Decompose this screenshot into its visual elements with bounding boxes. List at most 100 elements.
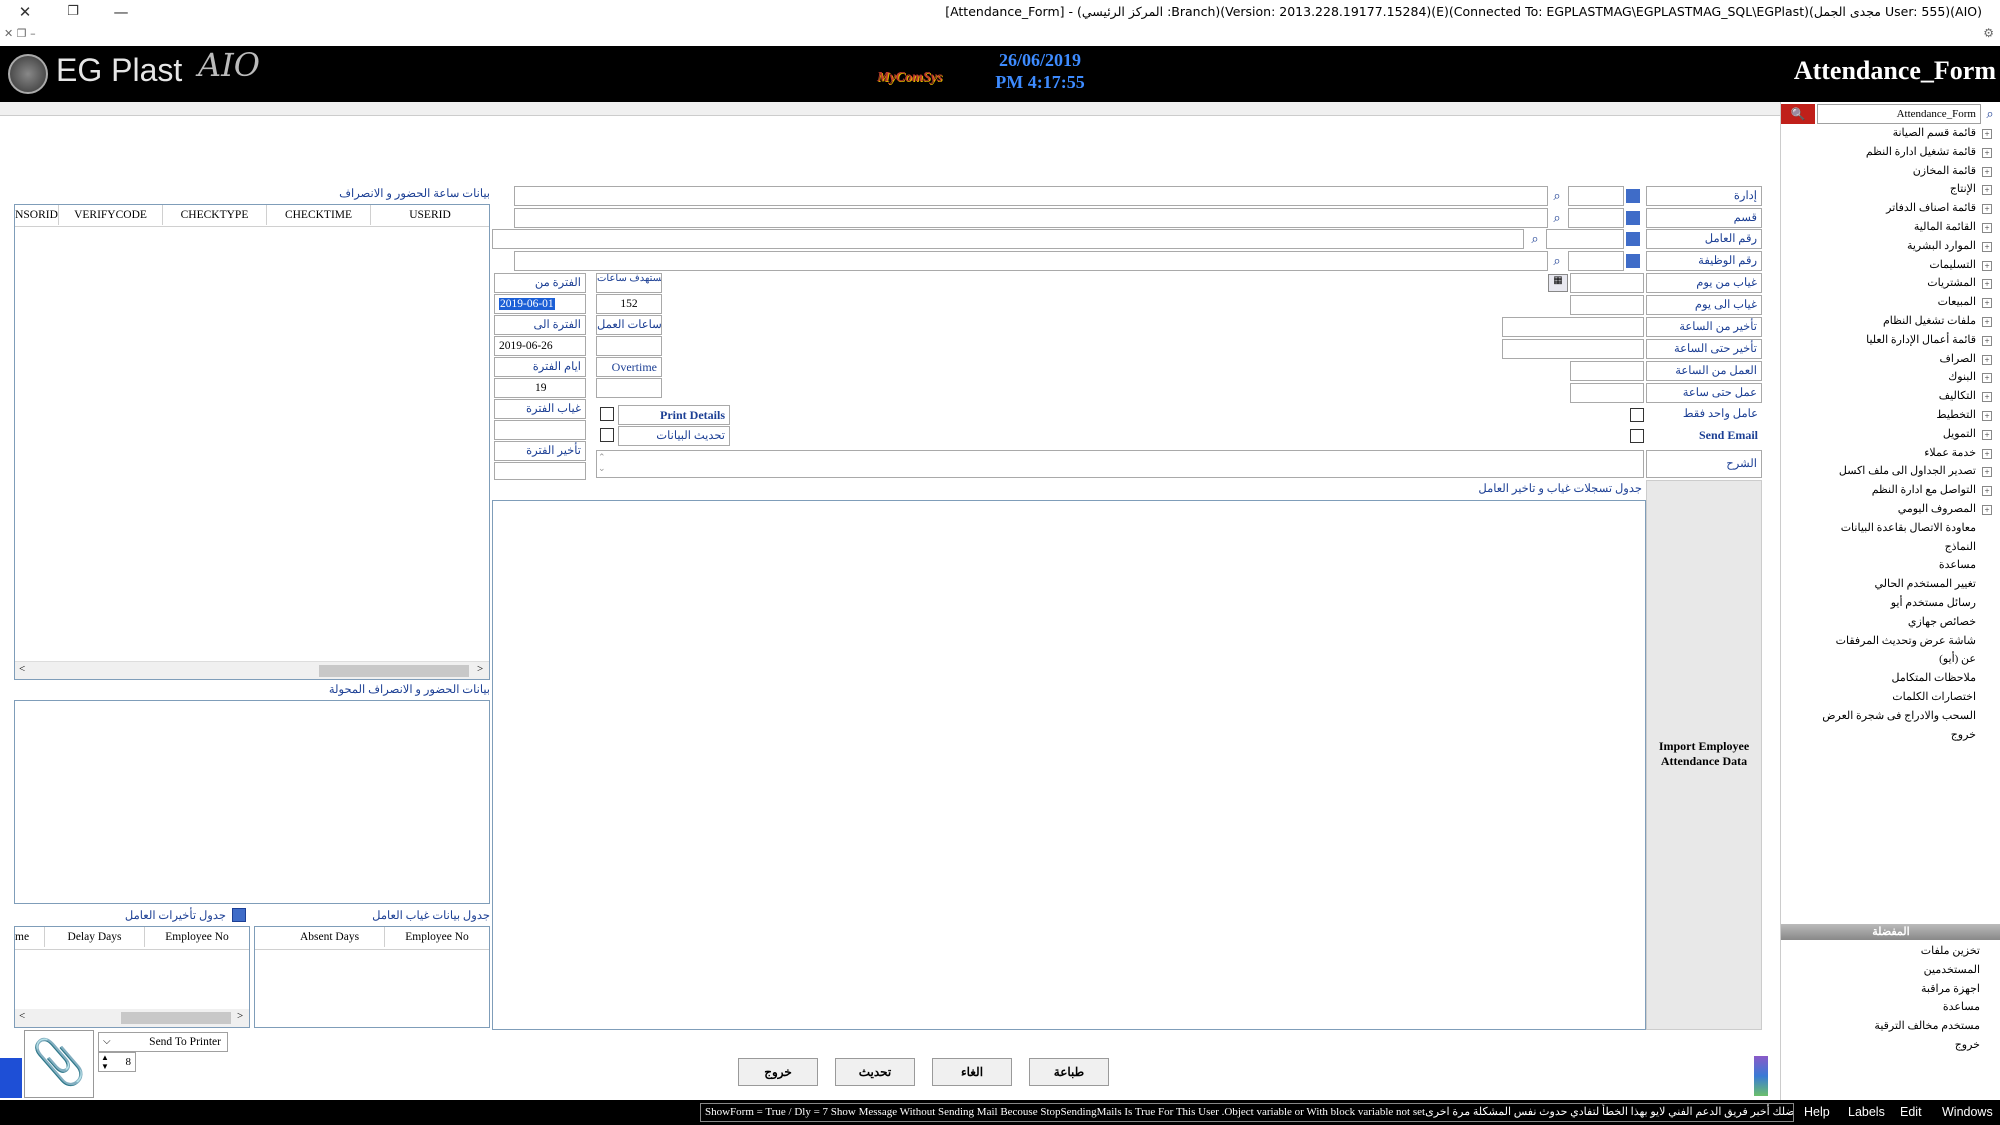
- tree-item[interactable]: قائمة تشغيل ادارة النظم: [1866, 145, 1976, 158]
- horizontal-scrollbar[interactable]: < >: [15, 1009, 249, 1027]
- column-header[interactable]: USERID: [371, 205, 489, 225]
- employee-picker-icon[interactable]: [1626, 232, 1640, 246]
- tree-item[interactable]: قائمة اصناف الدفاتر: [1886, 201, 1976, 214]
- attendance-records-grid[interactable]: [492, 500, 1646, 1030]
- tree-item[interactable]: البنوك: [1948, 370, 1976, 383]
- section-name-field[interactable]: [514, 208, 1548, 228]
- job-picker-icon[interactable]: [1626, 254, 1640, 268]
- period-absence-field[interactable]: [494, 420, 586, 440]
- period-days-field[interactable]: 19: [494, 378, 586, 398]
- update-data-checkbox[interactable]: [600, 428, 614, 442]
- tree-item[interactable]: قائمة أعمال الإدارة العليا: [1866, 333, 1976, 346]
- single-worker-checkbox[interactable]: [1630, 408, 1644, 422]
- refresh-button[interactable]: تحديث: [835, 1058, 915, 1086]
- section-picker-icon[interactable]: [1626, 211, 1640, 225]
- tree-item[interactable]: مساعدة: [1939, 558, 1976, 571]
- delays-grid[interactable]: me Delay Days Employee No < >: [14, 926, 250, 1028]
- employee-name-field[interactable]: [492, 229, 1524, 249]
- favorite-item[interactable]: اجهزة مراقبة: [1921, 982, 1980, 995]
- favorite-item[interactable]: مستخدم مخالف الترقية: [1874, 1019, 1980, 1032]
- work-to-field[interactable]: [1570, 383, 1644, 403]
- tree-item[interactable]: قائمة قسم الصيانة: [1893, 126, 1976, 139]
- tree-item[interactable]: اختصارات الكلمات: [1892, 690, 1976, 703]
- side-tab[interactable]: [0, 1058, 22, 1098]
- period-to-field[interactable]: 2019-06-26: [494, 336, 586, 356]
- expand-plus-icon[interactable]: +: [1982, 223, 1992, 233]
- section-code-field[interactable]: [1568, 208, 1624, 228]
- print-details-checkbox[interactable]: [600, 407, 614, 421]
- settings-icon[interactable]: ⚙: [1983, 26, 1994, 41]
- attachment-icon[interactable]: 📎: [24, 1030, 94, 1098]
- expand-plus-icon[interactable]: +: [1982, 260, 1992, 271]
- tree-item[interactable]: المبيعات: [1938, 295, 1976, 308]
- delay-to-field[interactable]: [1502, 339, 1644, 359]
- work-hours-field[interactable]: [596, 336, 662, 356]
- send-to-printer-select[interactable]: ⌵ Send To Printer: [98, 1032, 228, 1052]
- scroll-left-icon[interactable]: <: [19, 663, 25, 675]
- column-header[interactable]: VERIFYCODE: [59, 205, 163, 225]
- expand-icon[interactable]: [232, 908, 246, 922]
- help-menu[interactable]: Help: [1804, 1105, 1830, 1119]
- search-department-icon[interactable]: ⌕: [1548, 187, 1566, 205]
- tree-item[interactable]: تصدير الجداول الى ملف اكسل: [1839, 464, 1976, 477]
- stepper-arrows-icon[interactable]: ▲ ▼: [101, 1053, 109, 1071]
- period-from-field[interactable]: 2019-06-01: [494, 294, 586, 314]
- column-header[interactable]: Delay Days: [45, 927, 145, 947]
- windows-menu[interactable]: Windows: [1942, 1105, 1993, 1119]
- tree-item[interactable]: ملاحظات المتكامل: [1892, 671, 1976, 684]
- expand-plus-icon[interactable]: +: [1982, 429, 1992, 440]
- scroll-right-icon[interactable]: >: [237, 1010, 243, 1022]
- explanation-scroll-icon[interactable]: ⌃ ⌄: [598, 452, 606, 474]
- expand-plus-icon[interactable]: +: [1982, 467, 1992, 478]
- favorite-item[interactable]: تخزين ملفات: [1921, 944, 1980, 957]
- expand-plus-icon[interactable]: +: [1982, 317, 1992, 327]
- tree-item[interactable]: عن (أيو): [1939, 652, 1976, 665]
- tree-item[interactable]: السحب والادراج فى شجرة العرض: [1822, 709, 1976, 722]
- employee-no-field[interactable]: [1546, 229, 1624, 249]
- expand-plus-icon[interactable]: +: [1982, 185, 1992, 196]
- tree-item[interactable]: التواصل مع ادارة النظم: [1872, 483, 1976, 496]
- expand-plus-icon[interactable]: +: [1982, 241, 1992, 252]
- search-employee-icon[interactable]: ⌕: [1526, 230, 1544, 248]
- tree-item[interactable]: الصراف: [1940, 352, 1976, 365]
- column-header[interactable]: Employee No: [385, 927, 489, 947]
- send-email-checkbox[interactable]: [1630, 429, 1644, 443]
- tree-item[interactable]: تغيير المستخدم الحالي: [1874, 577, 1976, 590]
- department-code-field[interactable]: [1568, 186, 1624, 206]
- column-header[interactable]: Employee No: [145, 927, 249, 947]
- column-header[interactable]: CHECKTYPE: [163, 205, 267, 225]
- department-name-field[interactable]: [514, 186, 1548, 206]
- expand-plus-icon[interactable]: +: [1982, 298, 1992, 309]
- expand-plus-icon[interactable]: +: [1982, 147, 1992, 158]
- explanation-field[interactable]: [596, 450, 1644, 478]
- column-header[interactable]: me: [15, 927, 45, 947]
- search-icon[interactable]: 🔍: [1781, 104, 1815, 124]
- absence-grid[interactable]: Absent Days Employee No: [254, 926, 490, 1028]
- expand-plus-icon[interactable]: +: [1982, 204, 1992, 215]
- expand-plus-icon[interactable]: +: [1982, 486, 1992, 497]
- restore-window-icon[interactable]: ❐: [58, 2, 88, 22]
- import-attendance-button[interactable]: Import Employee Attendance Data: [1651, 739, 1757, 769]
- expand-plus-icon[interactable]: +: [1982, 129, 1992, 139]
- overtime-field[interactable]: [596, 378, 662, 398]
- horizontal-scrollbar[interactable]: < >: [15, 661, 489, 679]
- scroll-left-icon[interactable]: <: [19, 1010, 25, 1022]
- expand-plus-icon[interactable]: +: [1982, 335, 1992, 346]
- delay-from-field[interactable]: [1502, 317, 1644, 337]
- transferred-data-grid[interactable]: [14, 700, 490, 904]
- favorite-item[interactable]: مساعدة: [1943, 1000, 1980, 1013]
- mdi-close-icon[interactable]: ✕ ❐ –: [4, 27, 36, 40]
- tree-item[interactable]: قائمة المخازن: [1913, 164, 1976, 177]
- tree-item[interactable]: النماذج: [1945, 540, 1976, 553]
- expand-plus-icon[interactable]: +: [1982, 505, 1992, 515]
- tree-item[interactable]: خدمة عملاء: [1924, 446, 1976, 459]
- job-code-field[interactable]: [1568, 251, 1624, 271]
- labels-menu[interactable]: Labels: [1848, 1105, 1885, 1119]
- tree-item[interactable]: المشتريات: [1927, 276, 1976, 289]
- tree-item[interactable]: الإنتاج: [1950, 182, 1976, 195]
- favorite-item[interactable]: المستخدمين: [1924, 963, 1980, 976]
- tree-item[interactable]: التسليمات: [1929, 258, 1976, 271]
- required-hours-field[interactable]: 152: [596, 294, 662, 314]
- minimize-window-icon[interactable]: —: [106, 2, 136, 22]
- tree-item[interactable]: خصائص جهازي: [1908, 615, 1976, 628]
